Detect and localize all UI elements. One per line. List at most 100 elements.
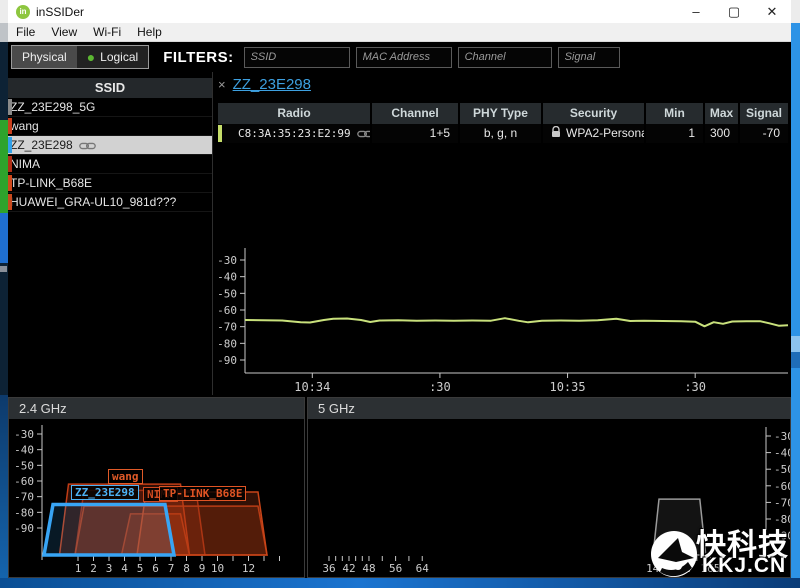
maximize-button[interactable]: ▢	[715, 0, 753, 23]
channel-chart-24ghz: -30 -40 -50 -60 -70 -80 -90 1 2 3 4 5 6 7 8 9 10 12 wang Z…	[9, 419, 304, 577]
svg-text:6: 6	[152, 562, 159, 575]
svg-text:12: 12	[242, 562, 255, 575]
physical-label: Physical	[22, 50, 67, 64]
svg-text:-90: -90	[14, 522, 34, 535]
kkj-watermark: 快科技 KKJ.CN	[646, 516, 800, 588]
desktop-fragment	[0, 0, 8, 23]
cell-signal: -70	[740, 124, 788, 143]
ssid-label: ZZ_23E298_5G	[10, 100, 96, 114]
network-detail-panel: × ZZ_23E298 Radio Channel PHY Type Security…	[213, 72, 791, 395]
desktop-background: in inSSIDer – ▢ ✕ File View Wi-Fi Help Phys…	[0, 0, 800, 588]
close-button[interactable]: ✕	[753, 0, 791, 23]
ssid-list-item[interactable]: HUAWEI_GRA-UL10_981d???	[8, 193, 212, 212]
column-header-phytype[interactable]: PHY Type	[460, 103, 541, 124]
svg-text:-60: -60	[217, 304, 237, 317]
desktop-icon-fragment	[0, 120, 8, 213]
svg-text::30: :30	[429, 380, 451, 394]
column-header-channel[interactable]: Channel	[372, 103, 458, 124]
svg-text:-30: -30	[774, 430, 790, 443]
svg-text:5: 5	[137, 562, 144, 575]
mac-address-filter-input[interactable]	[355, 46, 452, 68]
network-color-bar	[8, 156, 12, 172]
physical-toggle[interactable]: Physical	[12, 46, 77, 68]
desktop-right-strip	[791, 0, 800, 588]
ssid-filter-input[interactable]	[243, 46, 350, 68]
svg-text:-60: -60	[774, 480, 790, 493]
svg-text::30: :30	[684, 380, 706, 394]
ssid-list-item[interactable]: wang	[8, 117, 212, 136]
radio-color-bar	[218, 125, 222, 142]
svg-text:10:34: 10:34	[294, 380, 330, 394]
column-header-radio[interactable]: Radio	[218, 103, 370, 124]
network-tab-title[interactable]: ZZ_23E298	[233, 76, 311, 93]
network-color-bar	[8, 99, 12, 115]
ssid-sidebar: SSID ZZ_23E298_5G wang ZZ_23E298 NIMA TP-LIN…	[8, 72, 213, 395]
menu-item-file[interactable]: File	[8, 25, 43, 39]
desktop-fragment	[0, 23, 8, 42]
panel-title-5ghz: 5 GHz	[308, 398, 790, 419]
cell-phy-type: b, g, n	[460, 124, 541, 143]
minimize-button[interactable]: –	[677, 0, 715, 23]
menu-item-help[interactable]: Help	[129, 25, 170, 39]
svg-text:64: 64	[416, 562, 430, 575]
network-tab[interactable]: × ZZ_23E298	[218, 76, 311, 93]
signal-filter-input[interactable]	[557, 46, 620, 68]
titlebar[interactable]: in inSSIDer – ▢ ✕	[8, 0, 791, 23]
logical-active-dot-icon: ●	[86, 49, 96, 65]
svg-text:-40: -40	[14, 444, 34, 457]
logical-label: Logical	[100, 50, 139, 64]
ssid-list-item[interactable]: TP-LINK_B68E	[8, 174, 212, 193]
band-panel-24ghz: 2.4 GHz -30 -40 -50 -60 -70 -80 -90 1 2 3 4 5 6 7 8 9 10…	[8, 397, 305, 578]
ssid-label: ZZ_23E298	[10, 138, 96, 152]
svg-text:-30: -30	[217, 254, 237, 267]
desktop-fragment	[791, 352, 800, 368]
network-label-zz_23e298[interactable]: ZZ_23E298	[71, 485, 139, 500]
network-label-tp-link_b68e[interactable]: TP-LINK_B68E	[159, 486, 247, 501]
svg-text:-80: -80	[217, 337, 237, 350]
svg-text:-50: -50	[774, 463, 790, 476]
app-window: in inSSIDer – ▢ ✕ File View Wi-Fi Help Phys…	[8, 0, 791, 578]
signal-time-chart: -30 -40 -50 -60 -70 -80 -90 10:34:30 10:35:30	[217, 248, 789, 394]
network-color-bar	[8, 137, 12, 153]
ssid-label: wang	[10, 119, 39, 133]
desktop-fragment	[791, 0, 800, 23]
network-color-bar	[8, 194, 12, 210]
menu-item-view[interactable]: View	[43, 25, 85, 39]
network-label-wang[interactable]: wang	[108, 469, 143, 484]
svg-text:3: 3	[106, 562, 113, 575]
app-logo-icon: in	[16, 4, 30, 19]
ssid-list-item[interactable]: NIMA	[8, 155, 212, 174]
svg-text:1: 1	[75, 562, 82, 575]
logical-toggle[interactable]: ● Logical	[76, 46, 149, 68]
column-header-signal[interactable]: Signal	[740, 103, 788, 124]
cell-channel: 1+5	[372, 124, 458, 143]
link-icon	[78, 142, 96, 150]
svg-text:-50: -50	[14, 459, 34, 472]
desktop-left-strip	[0, 0, 8, 588]
tab-close-icon[interactable]: ×	[218, 77, 226, 92]
svg-text:-70: -70	[217, 321, 237, 334]
svg-text:-40: -40	[774, 447, 790, 460]
svg-text:-70: -70	[14, 491, 34, 504]
ssid-label: HUAWEI_GRA-UL10_981d???	[10, 195, 177, 209]
network-color-bar	[8, 118, 12, 134]
column-header-min[interactable]: Min	[646, 103, 703, 124]
lock-icon	[552, 125, 560, 137]
window-title: inSSIDer	[36, 4, 85, 19]
svg-text:-70: -70	[774, 496, 790, 509]
svg-text:8: 8	[183, 562, 190, 575]
ssid-list-item[interactable]: ZZ_23E298_5G	[8, 98, 212, 117]
channel-filter-input[interactable]	[457, 46, 552, 68]
svg-text:2: 2	[90, 562, 97, 575]
desktop-icon-fragment	[0, 213, 8, 263]
table-row[interactable]: C8:3A:35:23:E2:99 1+5 b, g, n WPA2-Personal…	[218, 124, 790, 143]
ssid-list-item[interactable]: ZZ_23E298	[8, 136, 212, 155]
menu-item-wifi[interactable]: Wi-Fi	[85, 25, 129, 39]
column-header-max[interactable]: Max	[705, 103, 738, 124]
column-header-security[interactable]: Security	[543, 103, 644, 124]
svg-text:10: 10	[211, 562, 224, 575]
svg-text:-80: -80	[14, 506, 34, 519]
svg-text:56: 56	[389, 562, 402, 575]
svg-text:48: 48	[362, 562, 375, 575]
svg-text:-60: -60	[14, 475, 34, 488]
